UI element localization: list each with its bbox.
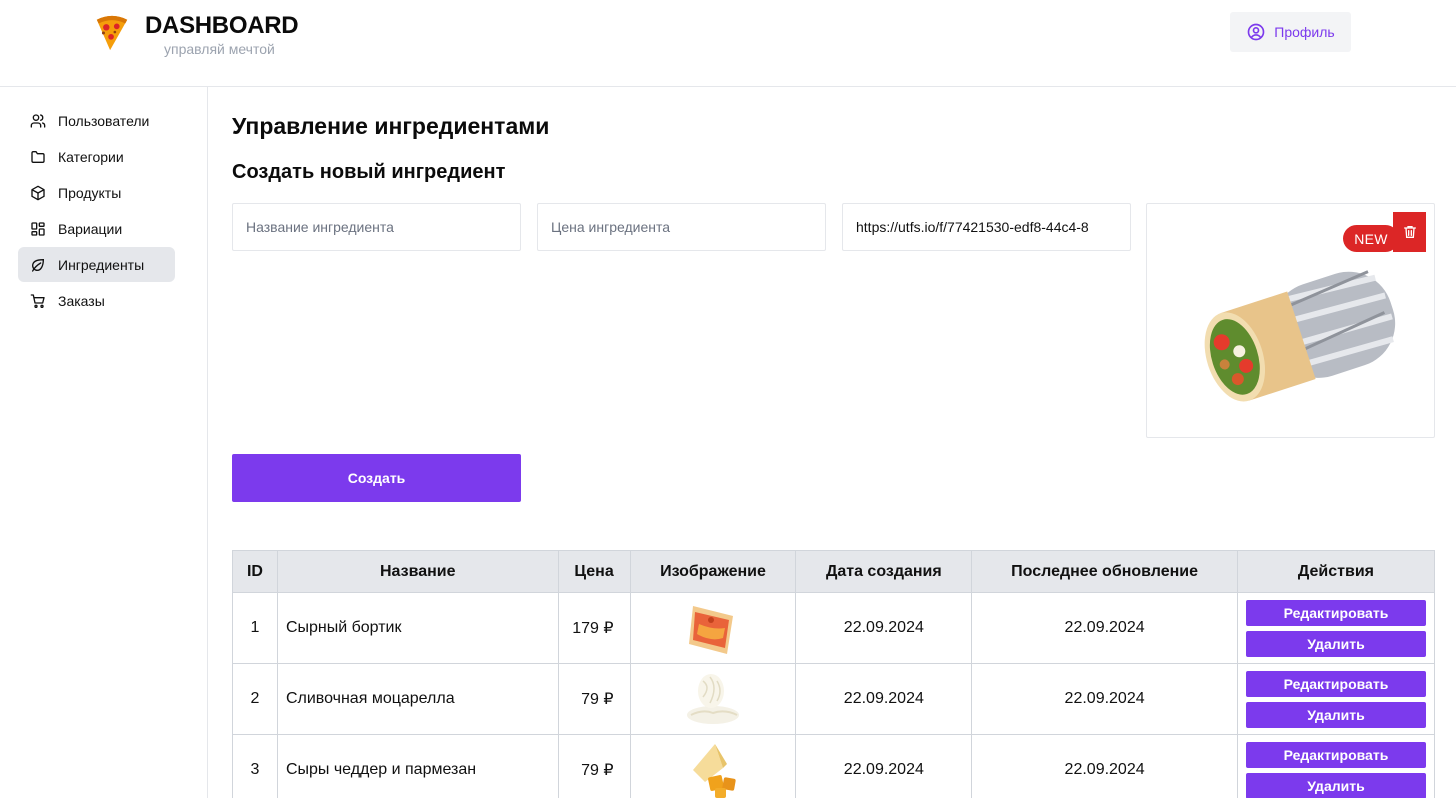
sidebar-item-label: Категории [58, 148, 124, 165]
sidebar-item-label: Ингредиенты [58, 256, 145, 273]
column-header-name[interactable]: Название [276, 550, 559, 593]
user-circle-icon [1247, 23, 1265, 41]
mozzarella-image [686, 674, 739, 724]
brand-subtitle: управляй мечтой [164, 41, 275, 57]
table-row: 3 Сыры чеддер и пармезан 79 ₽ 22.09.2024… [232, 734, 1436, 798]
leaf-icon [31, 258, 45, 272]
cell-actions: Редактировать Удалить [1236, 592, 1436, 664]
cell-price: 79 ₽ [557, 734, 631, 798]
column-header-updated[interactable]: Последнее обновление [971, 550, 1238, 593]
cart-icon [30, 293, 45, 308]
sidebar-item-orders[interactable]: Заказы [18, 283, 175, 318]
sidebar-item-label: Продукты [58, 184, 122, 201]
users-icon [30, 113, 46, 128]
edit-button[interactable]: Редактировать [1245, 741, 1426, 768]
cell-name: Сливочная моцарелла [276, 663, 559, 735]
column-header-actions: Действия [1236, 550, 1436, 593]
profile-label: Профиль [1274, 24, 1335, 40]
ingredient-price-input[interactable] [537, 203, 826, 251]
cell-price: 79 ₽ [557, 663, 631, 735]
cell-price: 179 ₽ [557, 592, 631, 664]
edit-button[interactable]: Редактировать [1245, 670, 1426, 697]
cell-created: 22.09.2024 [795, 663, 973, 735]
profile-button[interactable]: Профиль [1230, 12, 1351, 52]
box-icon [31, 185, 45, 200]
sidebar-item-label: Вариации [58, 220, 123, 237]
form-title: Создать новый ингредиент [232, 161, 506, 183]
header: DASHBOARD управляй мечтой Профиль [0, 0, 1456, 87]
cell-created: 22.09.2024 [795, 592, 973, 664]
column-header-created[interactable]: Дата создания [795, 550, 973, 593]
delete-button[interactable]: Удалить [1245, 772, 1426, 798]
cell-actions: Редактировать Удалить [1236, 734, 1436, 798]
new-badge: NEW [1343, 225, 1399, 252]
cell-updated: 22.09.2024 [971, 592, 1238, 664]
cell-updated: 22.09.2024 [971, 734, 1238, 798]
create-button[interactable]: Создать [232, 454, 521, 502]
cell-id: 3 [232, 734, 278, 798]
cell-image [629, 592, 797, 664]
cell-image [629, 734, 797, 798]
delete-button[interactable]: Удалить [1245, 630, 1426, 657]
edit-button[interactable]: Редактировать [1245, 599, 1426, 626]
sidebar-item-users[interactable]: Пользователи [18, 103, 175, 138]
table-header-row: ID Название Цена Изображение Дата создан… [232, 550, 1436, 593]
cell-actions: Редактировать Удалить [1236, 663, 1436, 735]
sidebar-item-products[interactable]: Продукты [18, 175, 175, 210]
folder-icon [31, 150, 45, 163]
sidebar-item-label: Пользователи [58, 112, 150, 129]
cell-id: 2 [232, 663, 278, 735]
cell-name: Сырный бортик [276, 592, 559, 664]
sidebar: Пользователи Категории Продукты Вариации… [0, 87, 208, 798]
column-header-id[interactable]: ID [232, 550, 278, 593]
cell-id: 1 [232, 592, 278, 664]
cheese-crust-image [688, 606, 733, 654]
page-title: Управление ингредиентами [232, 113, 550, 139]
sidebar-item-categories[interactable]: Категории [18, 139, 175, 174]
cheddar-parmesan-image [692, 744, 736, 798]
column-header-image[interactable]: Изображение [629, 550, 797, 593]
grid-icon [31, 221, 45, 236]
cell-created: 22.09.2024 [795, 734, 973, 798]
cell-name: Сыры чеддер и пармезан [276, 734, 559, 798]
cell-image [629, 663, 797, 735]
delete-image-button[interactable] [1393, 212, 1426, 252]
cell-updated: 22.09.2024 [971, 663, 1238, 735]
table-row: 1 Сырный бортик 179 ₽ 22.09.2024 22.09.2… [232, 592, 1436, 664]
trash-icon [1403, 226, 1416, 238]
brand-title: DASHBOARD [145, 12, 299, 39]
pizza-logo-icon [96, 15, 128, 51]
ingredient-image-url-input[interactable] [842, 203, 1131, 251]
sidebar-item-ingredients[interactable]: Ингредиенты [18, 247, 175, 282]
sidebar-item-variations[interactable]: Вариации [18, 211, 175, 246]
sidebar-item-label: Заказы [58, 292, 105, 309]
column-header-price[interactable]: Цена [557, 550, 631, 593]
ingredients-table: ID Название Цена Изображение Дата создан… [232, 550, 1436, 798]
table-row: 2 Сливочная моцарелла 79 ₽ 22.09.2024 22… [232, 663, 1436, 735]
ingredient-name-input[interactable] [232, 203, 521, 251]
delete-button[interactable]: Удалить [1245, 701, 1426, 728]
